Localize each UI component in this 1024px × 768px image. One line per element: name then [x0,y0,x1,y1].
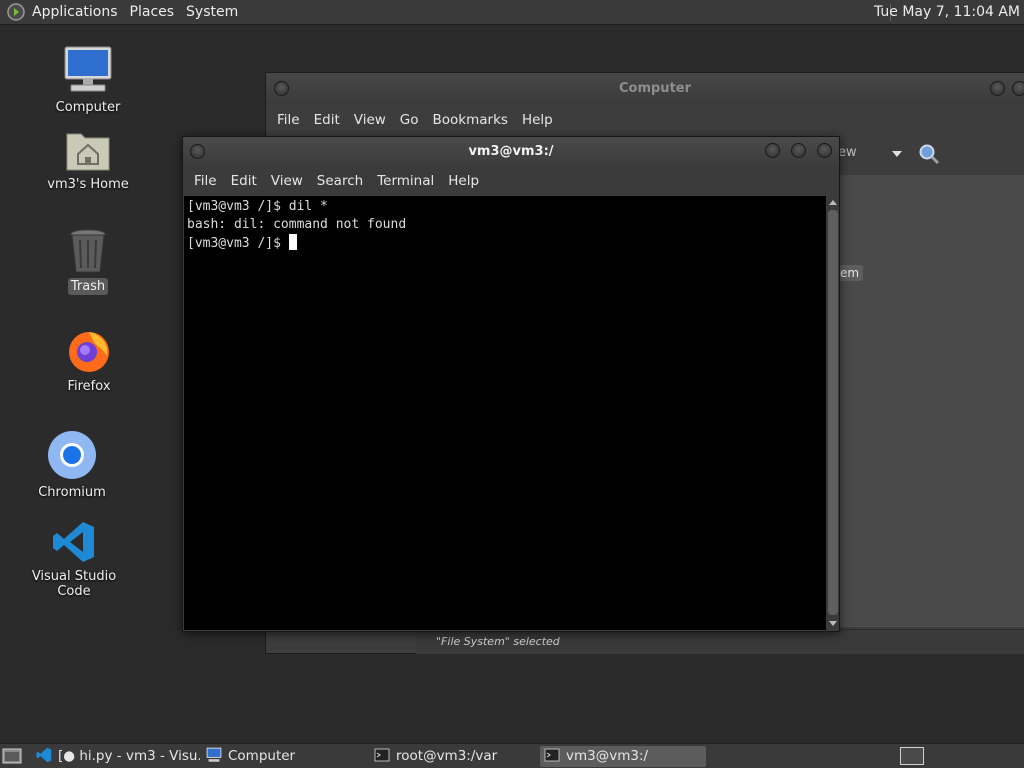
close-button[interactable] [817,143,832,158]
desktop-icon-label: Firefox [67,379,111,394]
chromium-icon [48,431,96,479]
minimize-button[interactable] [990,81,1005,96]
show-desktop-icon[interactable] [2,747,22,765]
taskbar-item-computer[interactable]: Computer [206,746,366,767]
desktop-icon-chromium[interactable]: Chromium [34,430,110,501]
menubar: File Edit View Go Bookmarks Help [266,105,1024,135]
workspace-switcher[interactable] [900,747,924,765]
taskbar-item-vm3-terminal[interactable]: vm3@vm3:/ [540,746,706,767]
home-folder-icon [66,133,110,171]
window-titlebar[interactable]: Computer [266,73,1024,105]
desktop-icon-trash[interactable]: Trash [56,228,120,295]
taskbar-item-label: root@vm3:/var [396,748,498,764]
applications-menu[interactable]: Applications [32,4,118,20]
taskbar-item-label: [● hi.py - vm3 - Visu... [58,748,200,764]
taskbar-item-root-terminal[interactable]: root@vm3:/var [374,746,534,767]
menu-view[interactable]: View [354,112,386,128]
menu-bookmarks[interactable]: Bookmarks [433,112,508,128]
desktop-icon-home[interactable]: vm3's Home [44,128,132,193]
desktop-icon-computer[interactable]: Computer [50,45,126,116]
menu-search[interactable]: Search [317,173,363,189]
taskbar-item-label: Computer [228,748,296,764]
firefox-icon [69,332,109,372]
desktop-icon-label: Trash [67,278,109,295]
places-menu[interactable]: Places [130,4,175,20]
chevron-down-icon[interactable] [892,151,902,157]
menu-edit[interactable]: Edit [314,112,340,128]
maximize-button[interactable] [791,143,806,158]
minimize-button[interactable] [765,143,780,158]
vscode-icon [53,522,94,562]
menu-file[interactable]: File [194,173,217,189]
menu-help[interactable]: Help [522,112,553,128]
menu-view[interactable]: View [271,173,303,189]
desktop-icon-label: vm3's Home [47,177,129,192]
menubar: File Edit View Search Terminal Help [183,166,839,196]
window-menu-button[interactable] [274,81,289,96]
terminal-prompt-line[interactable]: [vm3@vm3 /]$ [187,234,823,253]
menu-help[interactable]: Help [448,173,479,189]
view-mode-label[interactable]: ew [838,145,857,160]
window-titlebar[interactable]: vm3@vm3:/ [183,137,839,166]
terminal-window[interactable]: vm3@vm3:/ File Edit View Search Terminal… [182,136,840,632]
status-text: "File System" selected [436,635,560,648]
top-panel: Applications Places System Tue May 7, 11… [0,0,1024,25]
terminal-prompt: [vm3@vm3 /]$ [187,236,289,251]
menu-terminal[interactable]: Terminal [377,173,434,189]
menu-file[interactable]: File [277,112,300,128]
taskbar-item-vscode[interactable]: [● hi.py - vm3 - Visu... [36,746,200,767]
scrollbar-thumb[interactable] [828,210,838,615]
computer-icon [206,747,222,762]
computer-icon [64,46,112,92]
desktop-icon-vscode[interactable]: Visual Studio Code [12,520,136,600]
search-icon[interactable] [918,143,940,165]
menu-edit[interactable]: Edit [231,173,257,189]
status-bar: "File System" selected [416,629,1024,654]
bottom-taskbar: [● hi.py - vm3 - Visu... Computer root@v… [0,743,1024,768]
window-menu-button[interactable] [190,144,205,159]
text-cursor [288,234,297,250]
vertical-scrollbar[interactable] [827,196,839,630]
scroll-down-arrow-icon[interactable] [829,621,837,626]
terminal-output[interactable]: [vm3@vm3 /]$ dil * bash: dil: command not… [184,196,826,630]
desktop-icon-label: Visual Studio Code [31,569,117,599]
terminal-icon [544,748,560,762]
vscode-icon [36,747,52,763]
taskbar-item-label: vm3@vm3:/ [566,748,649,764]
desktop-icon-label: Chromium [38,485,106,500]
trash-icon [70,229,106,273]
gnome-foot-icon[interactable] [6,2,26,22]
desktop-icon-firefox[interactable]: Firefox [56,326,122,395]
desktop-icon-label: Computer [55,100,121,115]
maximize-button[interactable] [1012,81,1024,96]
scroll-up-arrow-icon[interactable] [829,200,837,205]
terminal-line: [vm3@vm3 /]$ dil * [187,199,328,214]
clock[interactable]: Tue May 7, 11:04 AM [874,0,1020,25]
terminal-line: bash: dil: command not found [187,217,407,232]
terminal-icon [374,748,390,762]
system-menu[interactable]: System [186,4,238,20]
menu-go[interactable]: Go [400,112,419,128]
selected-item-label[interactable]: em [836,265,864,281]
